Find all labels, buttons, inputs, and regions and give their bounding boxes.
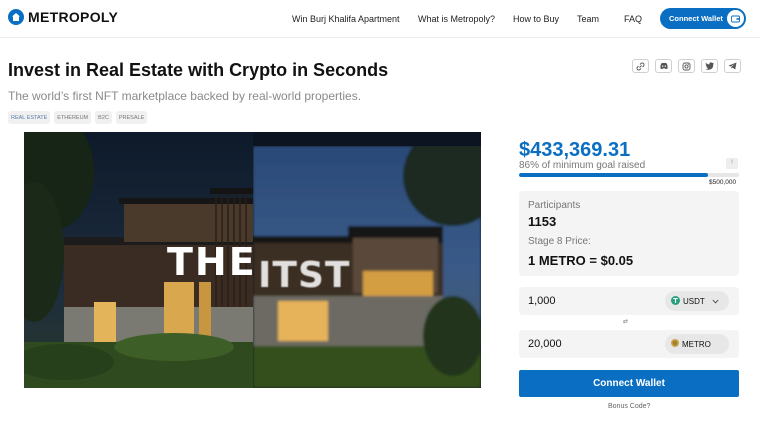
info-icon[interactable]: ! — [726, 158, 738, 169]
pay-field: USDT — [519, 287, 739, 315]
amount-raised: $433,369.31 — [519, 139, 631, 161]
goal-progress-text: 86% of minimum goal raised — [519, 160, 646, 171]
hero-overlay-text-left: THE F — [167, 240, 253, 284]
stage-price-label: Stage 8 Price: — [528, 236, 591, 247]
tag-presale: PRESALE — [115, 111, 148, 124]
link-icon[interactable] — [632, 59, 649, 73]
instagram-icon[interactable] — [678, 59, 695, 73]
social-links — [632, 59, 741, 73]
bonus-code-link[interactable]: Bonus Code? — [608, 403, 650, 410]
header-connect-wallet-label: Connect Wallet — [669, 14, 723, 23]
hero-image: THE F ITST — [24, 132, 481, 388]
brand-name: METROPOLY — [28, 9, 119, 25]
goal-progress-fill — [519, 173, 709, 177]
pay-currency-label: USDT — [683, 296, 705, 306]
telegram-icon[interactable] — [724, 59, 741, 73]
brand-logo[interactable]: METROPOLY — [8, 9, 118, 25]
connect-wallet-button[interactable]: Connect Wallet — [519, 370, 739, 397]
discord-icon[interactable] — [655, 59, 672, 73]
receive-field: METRO — [519, 330, 739, 358]
chevron-down-icon — [712, 297, 719, 306]
swap-icon[interactable]: ⇄ — [623, 318, 628, 325]
goal-max-value: $500,000 — [709, 179, 737, 186]
tag-real-estate: REAL ESTATE — [8, 111, 51, 124]
pay-amount-input[interactable] — [528, 287, 648, 315]
nav-item-what-is-metropoly[interactable]: What is Metropoly? — [418, 14, 495, 24]
participants-value: 1153 — [528, 214, 557, 229]
goal-progress-bar — [519, 173, 739, 177]
hero-overlay-text-right: ITST — [258, 255, 351, 296]
page-title: Invest in Real Estate with Crypto in Sec… — [8, 60, 389, 80]
tag-ethereum: ETHEREUM — [54, 111, 92, 124]
house-icon — [8, 9, 24, 25]
receive-currency-label: METRO — [682, 339, 711, 349]
metro-coin-icon — [671, 339, 679, 349]
receive-currency-badge: METRO — [665, 334, 729, 354]
nav-item-how-to-buy[interactable]: How to Buy — [513, 14, 559, 24]
nav-item-faq[interactable]: FAQ — [624, 14, 642, 24]
participants-label: Participants — [528, 200, 581, 211]
header-connect-wallet-button[interactable]: Connect Wallet — [660, 8, 746, 29]
pay-currency-select[interactable]: USDT — [665, 291, 729, 311]
twitter-icon[interactable] — [701, 59, 718, 73]
tag-b2c: B2C — [95, 111, 112, 124]
receive-amount-input[interactable] — [528, 330, 648, 358]
stage-price-value: 1 METRO = $0.05 — [528, 253, 634, 268]
tag-list: REAL ESTATE ETHEREUM B2C PRESALE — [8, 111, 148, 124]
nav-item-team[interactable]: Team — [577, 14, 599, 24]
page-subtitle: The world’s first NFT marketplace backed… — [8, 89, 362, 103]
wallet-icon — [726, 9, 745, 28]
presale-stats-card: Participants 1153 Stage 8 Price: 1 METRO… — [519, 191, 739, 276]
usdt-icon — [671, 295, 680, 307]
top-header: METROPOLY Win Burj Khalifa Apartment Wha… — [0, 0, 760, 38]
nav-item-win-burj-khalifa[interactable]: Win Burj Khalifa Apartment — [292, 14, 400, 24]
